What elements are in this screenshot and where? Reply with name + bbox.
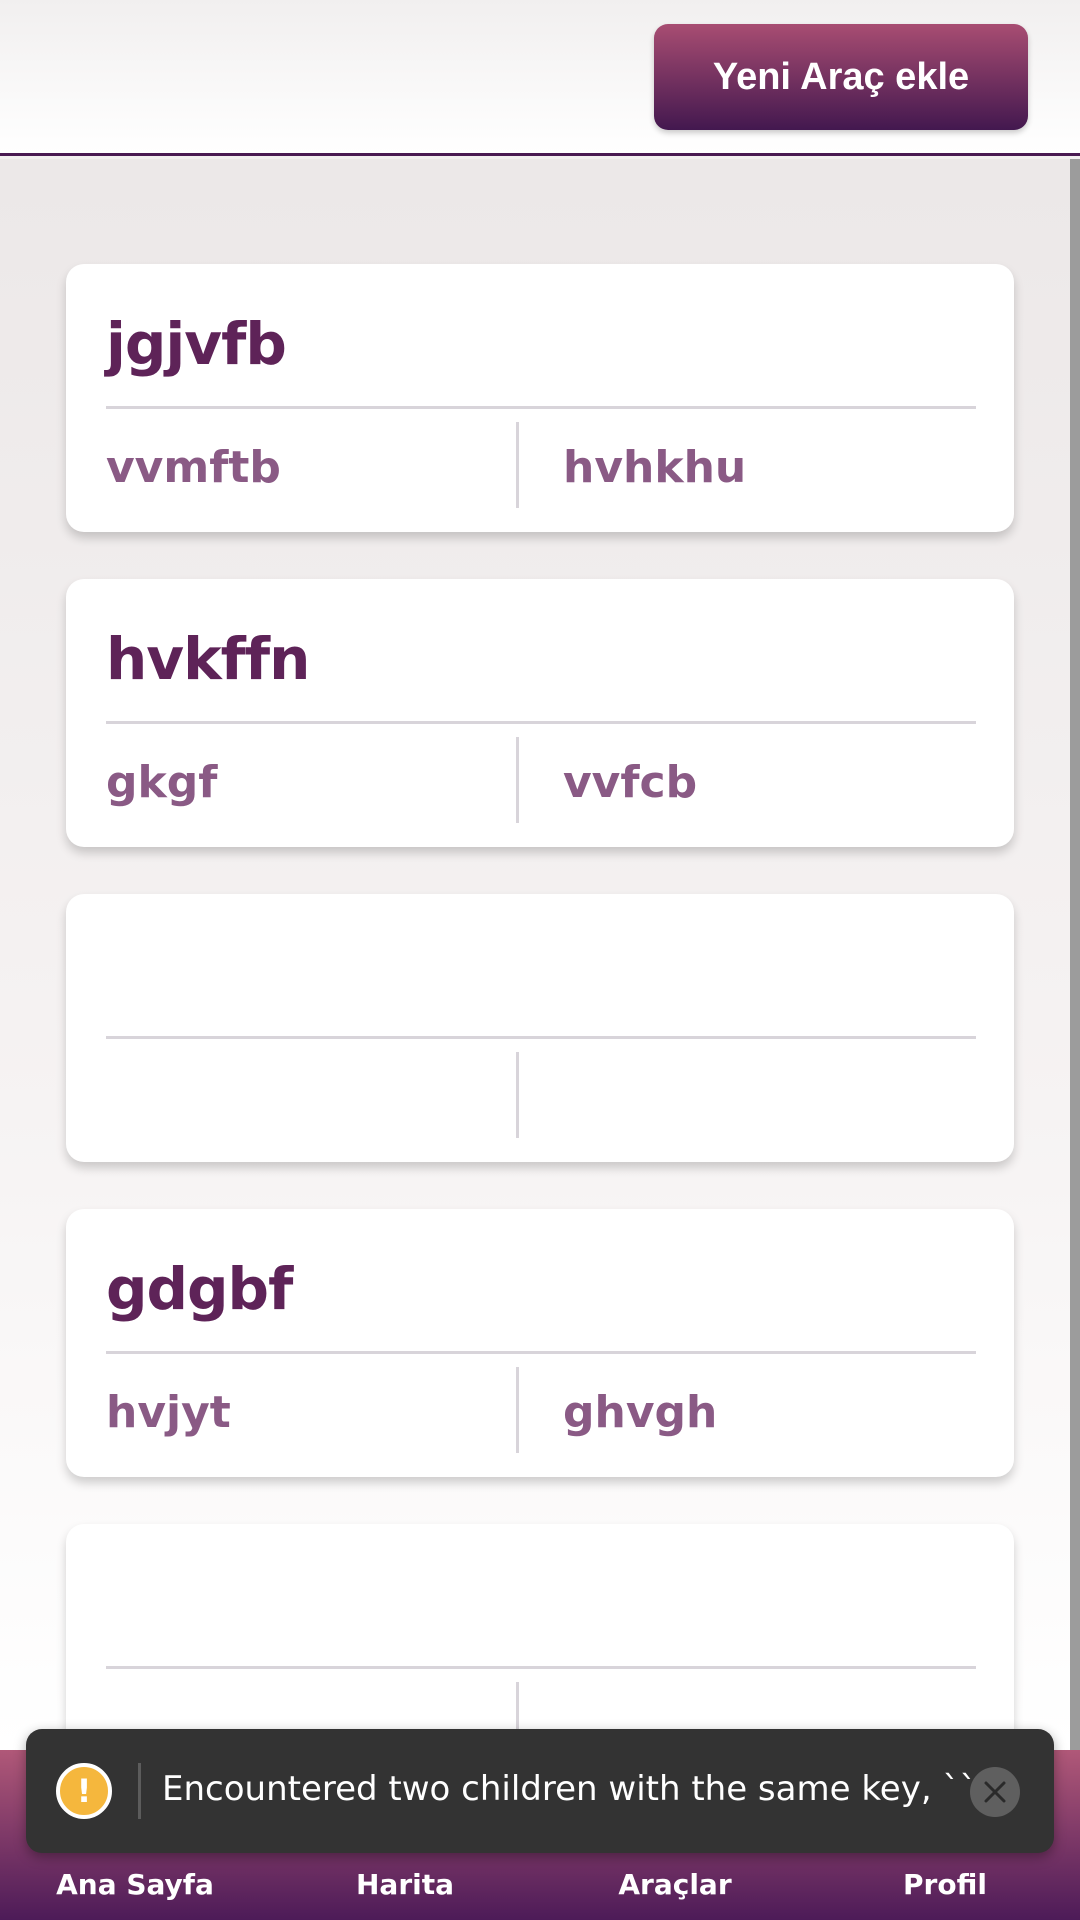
card-divider (106, 1036, 976, 1039)
card-divider (106, 721, 976, 724)
add-vehicle-button[interactable]: Yeni Araç ekle (654, 24, 1028, 130)
vehicle-card[interactable]: jgjvfb vvmftb hvhkhu (66, 264, 1014, 532)
card-divider (106, 1666, 976, 1669)
card-vertical-divider (516, 1367, 519, 1453)
nav-label-map: Harita (355, 1868, 454, 1901)
nav-item-profile[interactable]: Profil (810, 1868, 1080, 1901)
nav-item-home[interactable]: Ana Sayfa (0, 1868, 270, 1901)
toast-message: Encountered two children with the same k… (162, 1769, 982, 1809)
toast-close-button[interactable] (970, 1767, 1020, 1817)
vehicle-detail-left: vvmftb (106, 442, 281, 493)
vehicle-card[interactable]: gdgbf hvjyt ghvgh (66, 1209, 1014, 1477)
vehicle-title: gdgbf (106, 1255, 293, 1323)
app-header: Yeni Araç ekle (0, 0, 1080, 156)
vehicle-title: hvkffn (106, 625, 310, 693)
vehicle-detail-right: ghvgh (563, 1387, 718, 1438)
nav-item-map[interactable]: Harita (270, 1868, 540, 1901)
vehicle-card[interactable]: hvkffn gkgf vvfcb (66, 579, 1014, 847)
scrollbar[interactable] (1070, 159, 1080, 1750)
nav-label-home: Ana Sayfa (56, 1868, 214, 1901)
nav-label-profile: Profil (903, 1868, 987, 1901)
card-divider (106, 406, 976, 409)
warning-icon: ! (56, 1763, 112, 1819)
warning-toast[interactable]: ! Encountered two children with the same… (26, 1729, 1054, 1853)
vehicle-title: jgjvfb (106, 310, 287, 378)
vehicle-detail-left: hvjyt (106, 1387, 231, 1438)
close-icon (984, 1781, 1006, 1803)
vehicle-detail-right: vvfcb (563, 757, 698, 808)
nav-item-vehicles[interactable]: Araçlar (540, 1868, 810, 1901)
vehicle-card[interactable] (66, 1524, 1014, 1750)
card-vertical-divider (516, 1052, 519, 1138)
vehicles-screen: Yeni Araç ekle jgjvfb vvmftb hvhkhu hvkf… (0, 0, 1080, 1920)
card-divider (106, 1351, 976, 1354)
vehicle-list[interactable]: jgjvfb vvmftb hvhkhu hvkffn gkgf vvfcb g… (0, 159, 1080, 1750)
toast-separator (138, 1763, 141, 1819)
card-vertical-divider (516, 737, 519, 823)
card-vertical-divider (516, 422, 519, 508)
vehicle-detail-left: gkgf (106, 757, 218, 808)
vehicle-detail-right: hvhkhu (563, 442, 747, 493)
vehicle-card[interactable] (66, 894, 1014, 1162)
nav-label-vehicles: Araçlar (618, 1868, 732, 1901)
